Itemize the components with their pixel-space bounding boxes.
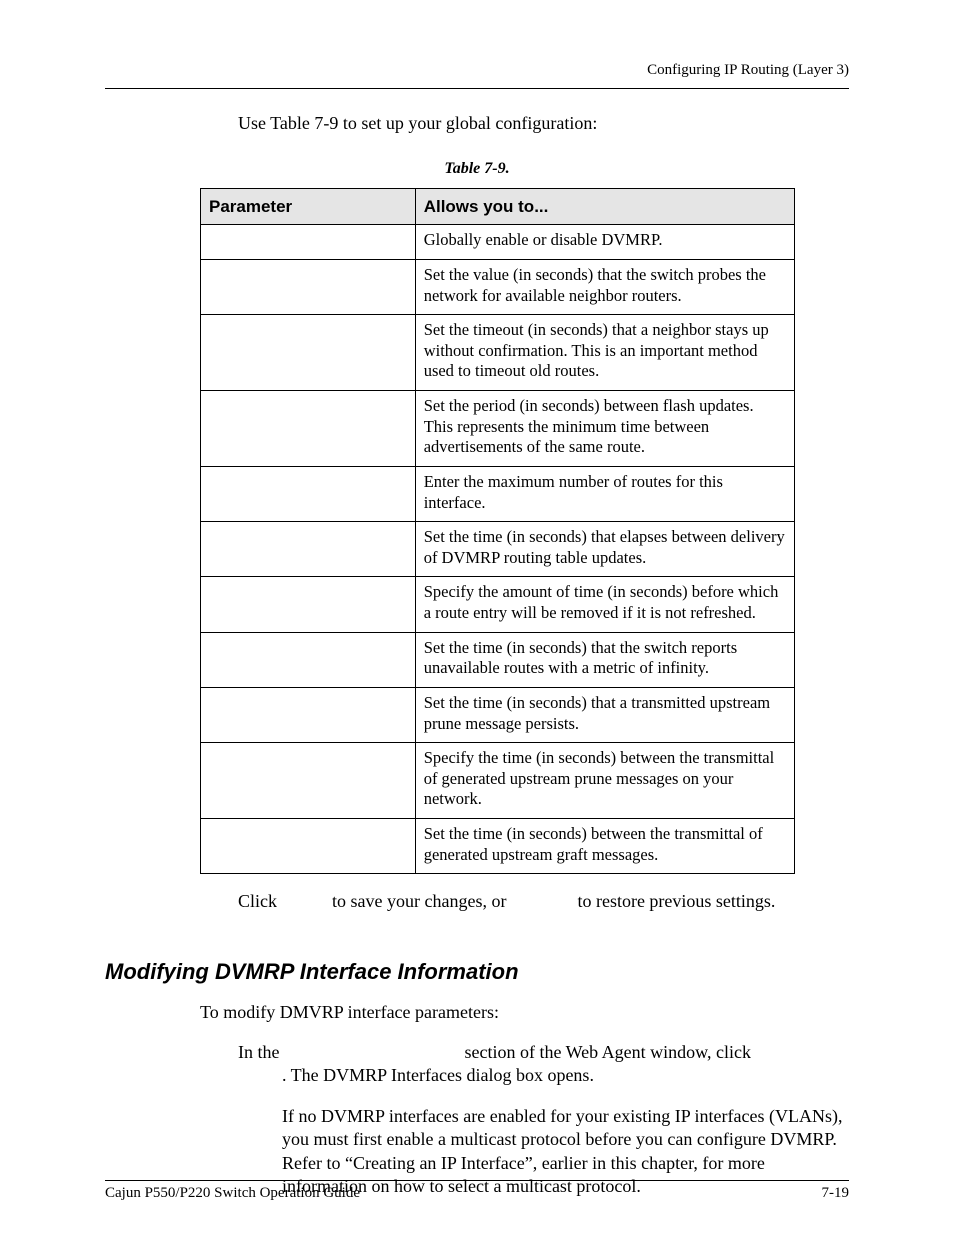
table-row: Set the period (in seconds) between flas… — [201, 391, 795, 467]
table-row: Set the time (in seconds) between the tr… — [201, 819, 795, 874]
table-row: Set the time (in seconds) that elapses b… — [201, 522, 795, 577]
cell-param — [201, 315, 416, 391]
header-rule — [105, 88, 849, 89]
text: . The DVMRP Interfaces dialog box opens. — [238, 1064, 849, 1087]
cell-param — [201, 391, 416, 467]
cell-desc: Set the value (in seconds) that the swit… — [415, 259, 794, 314]
cell-desc: Specify the amount of time (in seconds) … — [415, 577, 794, 632]
col-allows: Allows you to... — [415, 189, 794, 225]
section-heading: Modifying DVMRP Interface Information — [105, 959, 519, 985]
table-row: Globally enable or disable DVMRP. — [201, 225, 795, 260]
cell-desc: Globally enable or disable DVMRP. — [415, 225, 794, 260]
text: Click — [238, 891, 282, 911]
table-caption: Table 7-9. — [0, 160, 954, 178]
table-row: Set the timeout (in seconds) that a neig… — [201, 315, 795, 391]
table-row: Enter the maximum number of routes for t… — [201, 466, 795, 521]
page: Configuring IP Routing (Layer 3) Use Tab… — [0, 0, 954, 1235]
table-row: Specify the time (in seconds) between th… — [201, 743, 795, 819]
footer-left: Cajun P550/P220 Switch Operation Guide — [105, 1185, 360, 1202]
text: to save your changes, or — [332, 891, 511, 911]
cell-param — [201, 466, 416, 521]
step-save-cancel: Click to save your changes, or to restor… — [238, 891, 849, 912]
cell-param — [201, 687, 416, 742]
cell-desc: Set the time (in seconds) between the tr… — [415, 819, 794, 874]
note-text: If no DVMRP interfaces are enabled for y… — [282, 1105, 849, 1199]
cell-desc: Set the timeout (in seconds) that a neig… — [415, 315, 794, 391]
running-header: Configuring IP Routing (Layer 3) — [647, 62, 849, 79]
footer-rule — [105, 1180, 849, 1181]
table-7-9: Parameter Allows you to... Globally enab… — [200, 188, 795, 874]
cell-desc: Set the time (in seconds) that the switc… — [415, 632, 794, 687]
table-row: Specify the amount of time (in seconds) … — [201, 577, 795, 632]
cell-param — [201, 522, 416, 577]
cell-desc: Set the period (in seconds) between flas… — [415, 391, 794, 467]
table-row: Set the value (in seconds) that the swit… — [201, 259, 795, 314]
table-header-row: Parameter Allows you to... — [201, 189, 795, 225]
cell-param — [201, 632, 416, 687]
cell-desc: Enter the maximum number of routes for t… — [415, 466, 794, 521]
col-parameter: Parameter — [201, 189, 416, 225]
cell-param — [201, 819, 416, 874]
section-intro: To modify DMVRP interface parameters: — [200, 1002, 499, 1023]
step-open-interfaces: In the section of the Web Agent window, … — [238, 1041, 849, 1088]
text: to restore previous settings. — [577, 891, 775, 911]
cell-desc: Specify the time (in seconds) between th… — [415, 743, 794, 819]
footer-right: 7-19 — [822, 1185, 850, 1202]
cell-param — [201, 577, 416, 632]
table-row: Set the time (in seconds) that a transmi… — [201, 687, 795, 742]
text: In the — [238, 1042, 284, 1062]
intro-text: Use Table 7-9 to set up your global conf… — [238, 113, 597, 134]
cell-param — [201, 743, 416, 819]
cell-param — [201, 259, 416, 314]
cell-param — [201, 225, 416, 260]
text: section of the Web Agent window, click — [464, 1042, 751, 1062]
cell-desc: Set the time (in seconds) that a transmi… — [415, 687, 794, 742]
cell-desc: Set the time (in seconds) that elapses b… — [415, 522, 794, 577]
table-row: Set the time (in seconds) that the switc… — [201, 632, 795, 687]
